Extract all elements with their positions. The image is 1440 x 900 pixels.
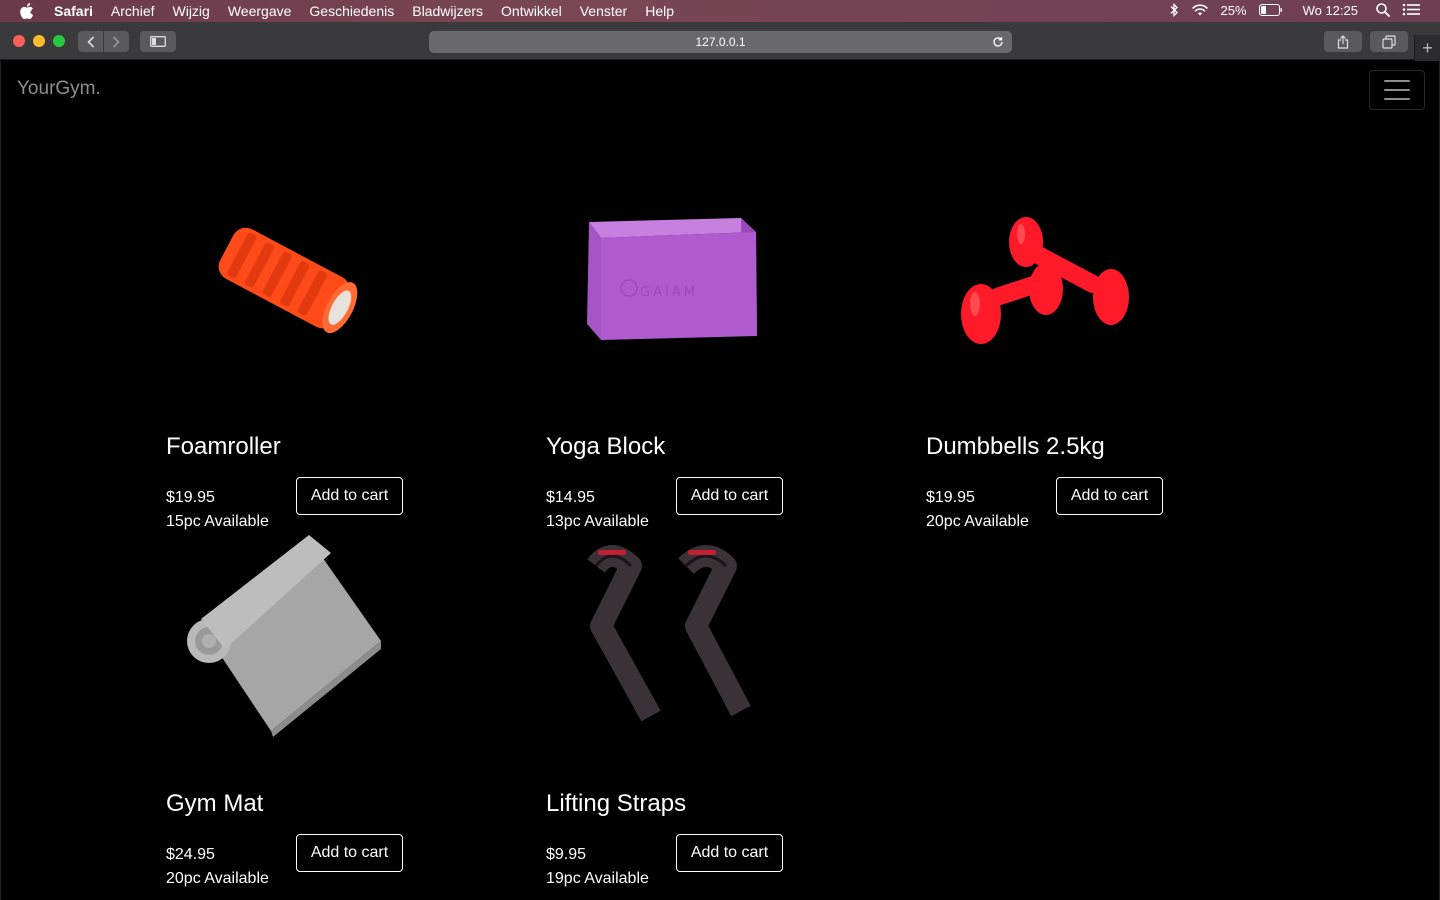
share-button[interactable] [1324,31,1362,52]
add-to-cart-button[interactable]: Add to cart [676,834,783,872]
menu-ontwikkel[interactable]: Ontwikkel [501,0,562,22]
address-bar[interactable]: 127.0.0.1 [429,31,1012,53]
product-stock: 20pc Available [166,870,269,887]
product-price: $9.95 [546,846,587,863]
nav-menu-toggle-button[interactable] [1369,70,1425,110]
battery-percentage: 25% [1220,3,1247,18]
product-stock: 15pc Available [166,513,269,530]
show-tabs-button[interactable] [1370,31,1408,52]
chevron-left-icon [86,35,94,48]
forward-button[interactable] [103,31,128,52]
sidebar-icon [150,36,166,47]
zoom-window-button[interactable] [53,35,65,47]
minimize-window-button[interactable] [33,35,45,47]
wifi-icon[interactable] [1191,3,1209,19]
foam-roller-image [166,179,406,379]
menu-safari[interactable]: Safari [54,0,93,22]
product-price: $14.95 [546,489,595,506]
close-window-button[interactable] [13,35,25,47]
product-stock: 20pc Available [926,513,1029,530]
tabs-overview-icon [1382,34,1396,49]
hamburger-icon-line [1384,98,1410,100]
lifting-straps-image [546,536,786,736]
menu-bladwijzers[interactable]: Bladwijzers [412,0,483,22]
clock[interactable]: Wo 12:25 [1303,0,1358,22]
url-text: 127.0.0.1 [695,35,746,49]
menu-weergave[interactable]: Weergave [228,0,292,22]
product-name: Gym Mat [166,790,264,817]
battery-icon[interactable] [1258,3,1283,19]
product-name: Yoga Block [546,433,666,460]
add-to-cart-button[interactable]: Add to cart [676,477,783,515]
menu-geschiedenis[interactable]: Geschiedenis [309,0,394,22]
product-name: Lifting Straps [546,790,687,817]
reload-icon[interactable] [990,34,1006,50]
hamburger-icon-line [1384,80,1410,82]
notification-center-icon[interactable] [1402,3,1420,19]
menu-archief[interactable]: Archief [111,0,155,22]
navigation-buttons [78,31,129,52]
add-to-cart-button[interactable]: Add to cart [296,834,403,872]
svg-text:GAIAM: GAIAM [640,285,698,300]
bluetooth-icon[interactable] [1169,2,1179,20]
menu-bar: Safari Archief Wijzig Weergave Geschiede… [0,0,1440,22]
product-stock: 13pc Available [546,513,649,530]
spotlight-search-icon[interactable] [1376,2,1390,20]
yoga-block-image: GAIAM [546,179,786,379]
product-stock: 19pc Available [546,870,649,887]
apple-icon[interactable] [20,3,34,19]
product-price: $19.95 [926,489,975,506]
product-name: Foamroller [166,433,281,460]
chevron-right-icon [112,35,120,48]
site-brand[interactable]: YourGym. [17,78,101,100]
hamburger-icon-line [1384,89,1410,91]
add-to-cart-button[interactable]: Add to cart [1056,477,1163,515]
menu-help[interactable]: Help [645,0,674,22]
new-tab-button[interactable]: + [1414,35,1440,61]
web-page: YourGym. Foamroller $19.95 15pc Availabl… [0,61,1440,900]
product-name: Dumbbells 2.5kg [926,433,1105,460]
menu-venster[interactable]: Venster [580,0,627,22]
share-icon [1337,34,1349,49]
product-price: $24.95 [166,846,215,863]
product-price: $19.95 [166,489,215,506]
add-to-cart-button[interactable]: Add to cart [296,477,403,515]
menu-wijzig[interactable]: Wijzig [173,0,210,22]
back-button[interactable] [78,31,103,52]
gym-mat-image [166,535,406,737]
dumbbells-image [926,179,1166,379]
browser-toolbar: 127.0.0.1 + [0,22,1440,61]
sidebar-toggle-button[interactable] [140,31,176,52]
